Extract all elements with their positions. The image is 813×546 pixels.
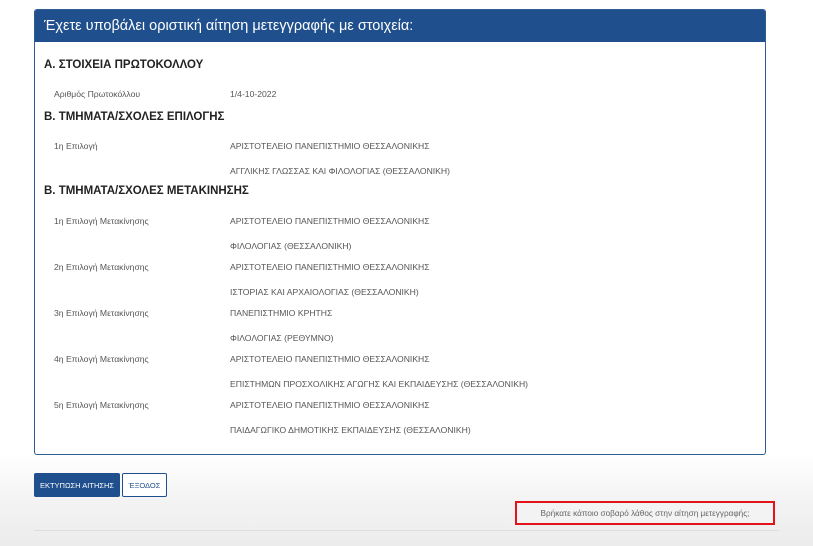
transfer-choice-label: 5η Επιλογή Μετακίνησης [54,400,149,410]
transfer-choice-label: 2η Επιλογή Μετακίνησης [54,262,149,272]
transfer-choice-university: ΑΡΙΣΤΟΤΕΛΕΙΟ ΠΑΝΕΠΙΣΤΗΜΙΟ ΘΕΣΣΑΛΟΝΙΚΗΣ [230,216,430,226]
choice-label: 1η Επιλογή [54,141,98,151]
transfer-choice-department: ΙΣΤΟΡΙΑΣ ΚΑΙ ΑΡΧΑΙΟΛΟΓΙΑΣ (ΘΕΣΣΑΛΟΝΙΚΗ) [230,287,419,297]
section-choice-title: Β. ΤΜΗΜΑΤΑ/ΣΧΟΛΕΣ ΕΠΙΛΟΓΗΣ [44,111,225,123]
section-protocol-title: Α. ΣΤΟΙΧΕΙΑ ΠΡΩΤΟΚΟΛΛΟΥ [44,59,204,71]
transfer-choice-university: ΑΡΙΣΤΟΤΕΛΕΙΟ ΠΑΝΕΠΙΣΤΗΜΙΟ ΘΕΣΣΑΛΟΝΙΚΗΣ [230,354,430,364]
protocol-number-value: 1/4-10-2022 [230,89,277,99]
transfer-choice-university: ΠΑΝΕΠΙΣΤΗΜΙΟ ΚΡΗΤΗΣ [230,308,333,318]
transfer-choice-label: 1η Επιλογή Μετακίνησης [54,216,149,226]
choice-department: ΑΓΓΛΙΚΗΣ ΓΛΩΣΣΑΣ ΚΑΙ ΦΙΛΟΛΟΓΙΑΣ (ΘΕΣΣΑΛΟ… [230,166,450,176]
transfer-choice-university: ΑΡΙΣΤΟΤΕΛΕΙΟ ΠΑΝΕΠΙΣΤΗΜΙΟ ΘΕΣΣΑΛΟΝΙΚΗΣ [230,262,430,272]
print-application-button[interactable]: ΕΚΤΥΠΩΣΗ ΑΙΤΗΣΗΣ [34,473,120,497]
report-error-link[interactable]: Βρήκατε κάποιο σοβαρό λάθος στην αίτηση … [515,501,775,525]
section-transfer-title: Β. ΤΜΗΜΑΤΑ/ΣΧΟΛΕΣ ΜΕΤΑΚΙΝΗΣΗΣ [44,185,249,197]
protocol-number-label: Αριθμός Πρωτοκόλλου [54,89,141,99]
transfer-choice-department: ΦΙΛΟΛΟΓΙΑΣ (ΘΕΣΣΑΛΟΝΙΚΗ) [230,241,352,251]
transfer-choice-department: ΦΙΛΟΛΟΓΙΑΣ (ΡΕΘΥΜΝΟ) [230,333,334,343]
footer-divider [34,530,779,531]
transfer-choice-department: ΕΠΙΣΤΗΜΩΝ ΠΡΟΣΧΟΛΙΚΗΣ ΑΓΩΓΗΣ ΚΑΙ ΕΚΠΑΙΔΕ… [230,379,529,389]
panel-header: Έχετε υποβάλει οριστική αίτηση μετεγγραφ… [35,10,765,42]
transfer-choice-label: 3η Επιλογή Μετακίνησης [54,308,149,318]
transfer-choice-university: ΑΡΙΣΤΟΤΕΛΕΙΟ ΠΑΝΕΠΙΣΤΗΜΙΟ ΘΕΣΣΑΛΟΝΙΚΗΣ [230,400,430,410]
choice-university: ΑΡΙΣΤΟΤΕΛΕΙΟ ΠΑΝΕΠΙΣΤΗΜΙΟ ΘΕΣΣΑΛΟΝΙΚΗΣ [230,141,430,151]
transfer-choice-department: ΠΑΙΔΑΓΩΓΙΚΟ ΔΗΜΟΤΙΚΗΣ ΕΚΠΑΙΔΕΥΣΗΣ (ΘΕΣΣΑ… [230,425,471,435]
application-summary-panel: Έχετε υποβάλει οριστική αίτηση μετεγγραφ… [34,9,766,455]
exit-button[interactable]: ΈΞΟΔΟΣ [122,473,167,497]
transfer-choice-label: 4η Επιλογή Μετακίνησης [54,354,149,364]
